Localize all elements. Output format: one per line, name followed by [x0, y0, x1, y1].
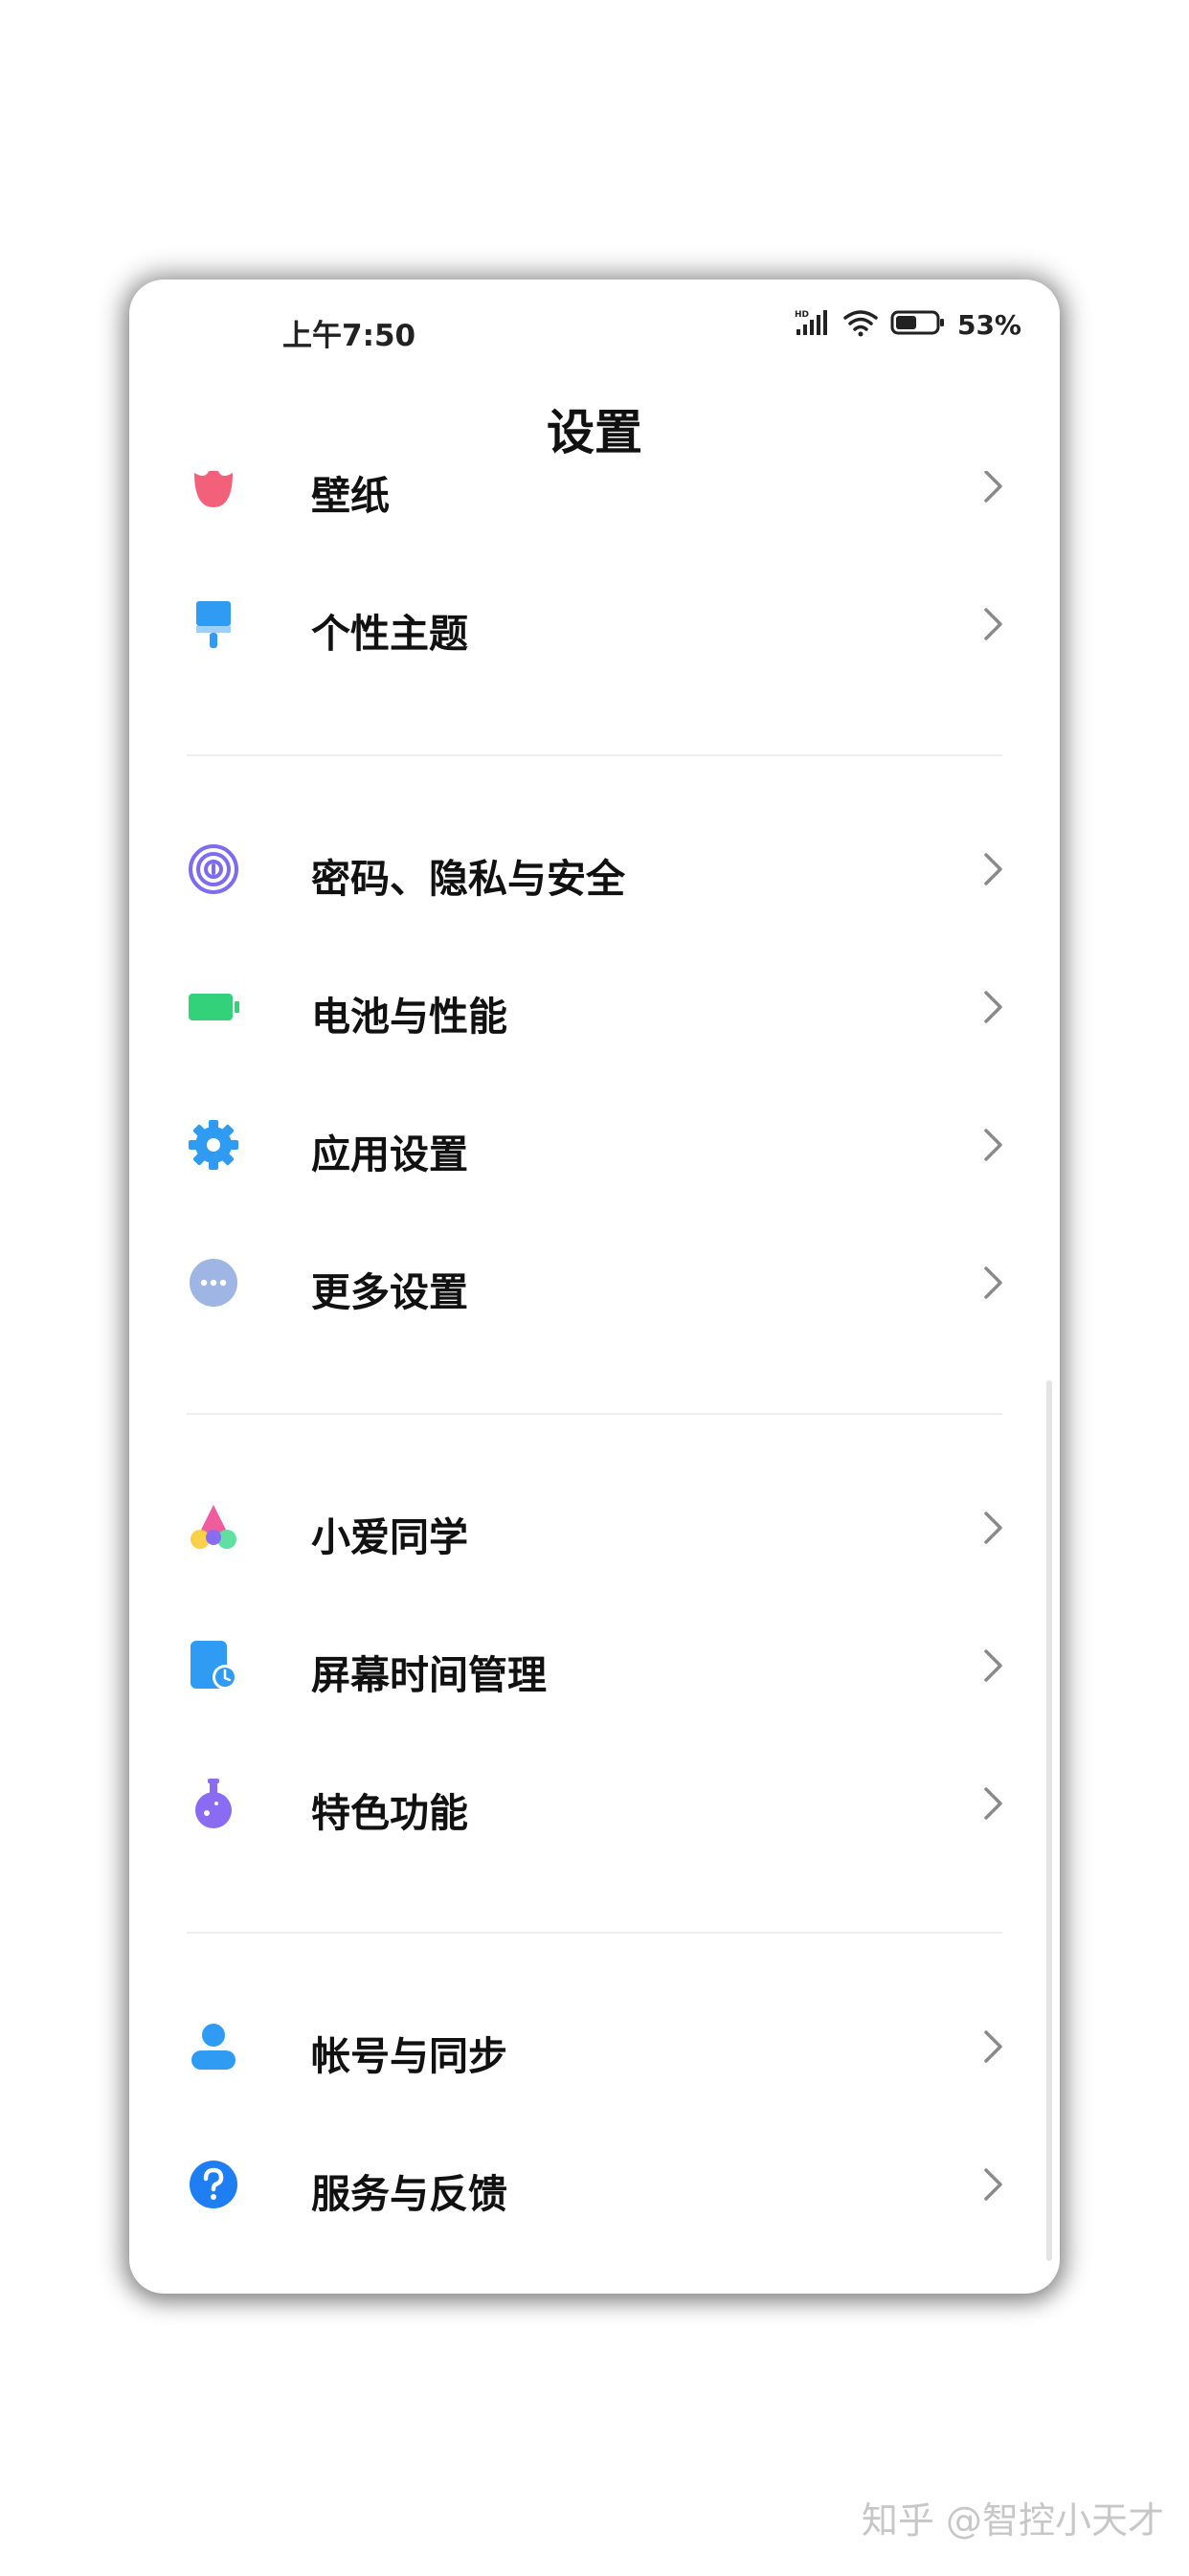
battery-status-icon — [890, 309, 946, 340]
chevron-right-icon — [981, 1126, 1006, 1164]
xiaoai-icon — [187, 1501, 240, 1555]
more-dots-icon — [187, 1256, 240, 1310]
status-time: 上午7:50 — [282, 319, 416, 353]
fingerprint-icon — [187, 842, 240, 896]
settings-item-theme[interactable]: 个性主题 — [129, 555, 1060, 693]
chevron-right-icon — [981, 1646, 1006, 1685]
signal-icon: HD — [795, 308, 831, 341]
settings-item-app-settings[interactable]: 应用设置 — [129, 1076, 1060, 1214]
chevron-right-icon — [981, 1509, 1006, 1547]
account-icon — [187, 2020, 240, 2073]
settings-item-label: 应用设置 — [311, 1131, 468, 1177]
screen-time-icon — [187, 1639, 240, 1692]
settings-item-more-settings[interactable]: 更多设置 — [129, 1214, 1060, 1352]
settings-item-label: 密码、隐私与安全 — [311, 856, 625, 902]
chevron-right-icon — [981, 2027, 1006, 2066]
wallpaper-icon — [187, 471, 240, 513]
page-title: 设置 — [547, 405, 642, 460]
settings-item-label: 服务与反馈 — [311, 2171, 507, 2217]
settings-item-label: 壁纸 — [311, 473, 390, 519]
settings-list: 壁纸 个性主题 密码、隐私与安全 电池与性能 应用设置 更多设置 小爱同学 屏幕… — [129, 471, 1060, 2294]
chevron-right-icon — [981, 471, 1006, 505]
phone-screen: 上午7:50 HD 53% 设置 壁纸 个性主题 密码、隐私与安全 电池与性能 … — [129, 280, 1060, 2294]
settings-item-label: 更多设置 — [311, 1269, 468, 1315]
settings-item-features[interactable]: 特色功能 — [129, 1735, 1060, 1872]
settings-item-label: 特色功能 — [311, 1790, 468, 1836]
battery-icon — [187, 980, 240, 1034]
chevron-right-icon — [981, 1784, 1006, 1823]
gear-icon — [187, 1118, 240, 1172]
theme-brush-icon — [187, 597, 240, 651]
settings-item-xiaoai[interactable]: 小爱同学 — [129, 1459, 1060, 1597]
settings-item-wallpaper[interactable]: 壁纸 — [129, 471, 1060, 555]
settings-item-account[interactable]: 帐号与同步 — [129, 1978, 1060, 2116]
chevron-right-icon — [981, 988, 1006, 1026]
settings-item-battery[interactable]: 电池与性能 — [129, 938, 1060, 1076]
settings-item-screen-time[interactable]: 屏幕时间管理 — [129, 1597, 1060, 1735]
chevron-right-icon — [981, 2165, 1006, 2204]
battery-percent: 53% — [956, 308, 1021, 341]
settings-item-label: 电池与性能 — [311, 994, 507, 1040]
chevron-right-icon — [981, 605, 1006, 643]
chevron-right-icon — [981, 1264, 1006, 1302]
status-icons: HD 53% — [795, 308, 1021, 341]
chevron-right-icon — [981, 850, 1006, 888]
wifi-icon — [842, 308, 879, 341]
scrollbar[interactable] — [1046, 1380, 1052, 2261]
flask-icon — [187, 1777, 240, 1830]
group-divider — [187, 754, 1002, 756]
group-divider — [187, 1932, 1002, 1934]
settings-item-label: 个性主题 — [311, 611, 468, 657]
settings-item-service-feedback[interactable]: 服务与反馈 — [129, 2116, 1060, 2253]
settings-item-label: 小爱同学 — [311, 1514, 468, 1560]
group-divider — [187, 1413, 1002, 1415]
help-icon — [187, 2158, 240, 2211]
settings-item-label: 帐号与同步 — [311, 2033, 507, 2079]
settings-item-label: 屏幕时间管理 — [311, 1652, 547, 1698]
watermark: 知乎 @智控小天才 — [861, 2499, 1164, 2542]
settings-item-security[interactable]: 密码、隐私与安全 — [129, 800, 1060, 938]
svg-text:HD: HD — [795, 310, 809, 320]
